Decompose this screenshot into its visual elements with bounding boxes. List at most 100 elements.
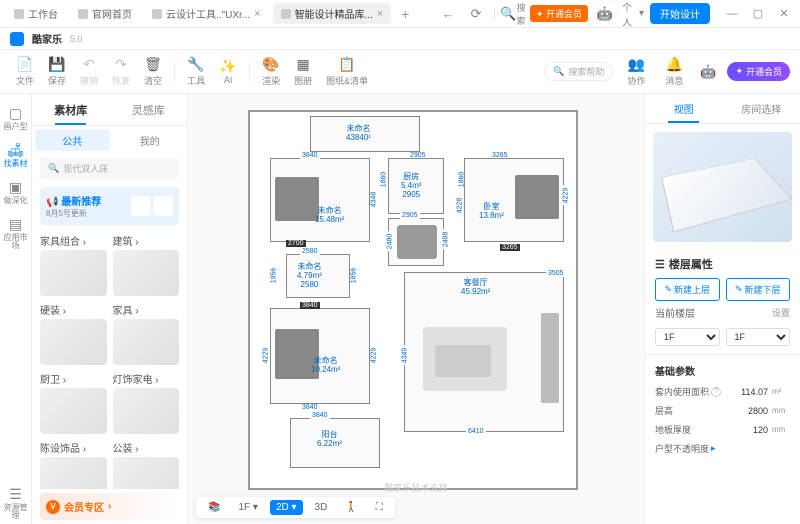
tool-render[interactable]: 🎨渲染 bbox=[256, 55, 286, 89]
search-help-input[interactable]: 🔍 搜索帮助 bbox=[544, 62, 613, 81]
tool-ai[interactable]: ✨AI bbox=[213, 56, 243, 87]
tool-album[interactable]: ▦图册 bbox=[288, 55, 318, 89]
category-thumb bbox=[113, 457, 180, 489]
home-icon bbox=[14, 9, 24, 19]
walk-button[interactable]: 🚶 bbox=[339, 500, 363, 515]
drawings-icon: 📋 bbox=[339, 57, 355, 73]
category-card[interactable]: 硬装 › bbox=[40, 302, 107, 365]
robot-icon[interactable]: 🤖 bbox=[594, 3, 616, 25]
floor-settings[interactable]: 设置 bbox=[772, 306, 790, 319]
tab-homepage[interactable]: 官网首页 bbox=[70, 3, 140, 24]
rp-tab-view[interactable]: 视图 bbox=[645, 94, 723, 123]
rp-tab-room[interactable]: 房间选择 bbox=[723, 94, 800, 123]
app-name: 酷家乐 bbox=[32, 31, 62, 46]
vip-icon: V bbox=[46, 500, 60, 514]
web-icon bbox=[78, 9, 88, 19]
section-floor-props: ☰ 楼层属性 bbox=[645, 250, 800, 278]
back-icon[interactable]: ← bbox=[437, 3, 459, 25]
canvas-controls: 📚 1F ▾ 2D ▾ 3D 🚶 ⛶ bbox=[196, 497, 395, 518]
category-label: 公装 › bbox=[113, 440, 180, 455]
canvas[interactable]: 未命名43840¹ 未命名15.48m² 3840 2905 3265 1860… bbox=[188, 94, 644, 524]
new-lower-floor-button[interactable]: ✎ 新建下层 bbox=[726, 278, 791, 301]
start-design-button[interactable]: 开始设计 bbox=[650, 3, 710, 24]
leftbar-item-deepen[interactable]: ▣做深化 bbox=[2, 174, 30, 209]
tool-drawings[interactable]: 📋图纸&清单 bbox=[320, 55, 374, 89]
category-thumb bbox=[113, 250, 180, 296]
tool-undo[interactable]: ↶撤销 bbox=[74, 55, 104, 89]
category-label: 家具组合 › bbox=[40, 233, 107, 248]
field-opacity[interactable]: 户型不透明度 ▸ bbox=[645, 439, 800, 458]
tool-msg[interactable]: 🔔消息 bbox=[659, 55, 689, 89]
sidebar-search[interactable]: 🔍现代双人床 bbox=[40, 158, 179, 179]
tab-workbench[interactable]: 工作台 bbox=[6, 3, 66, 24]
fit-button[interactable]: ⛶ bbox=[370, 500, 389, 515]
new-upper-floor-button[interactable]: ✎ 新建上层 bbox=[655, 278, 720, 301]
leftbar-item-floorplan[interactable]: ▢画户型 bbox=[2, 100, 30, 135]
sidebar-promo[interactable]: 📢 最新推荐 8月5号更新 bbox=[40, 187, 179, 225]
category-thumb bbox=[113, 319, 180, 365]
category-card[interactable]: 家具组合 › bbox=[40, 233, 107, 296]
design-icon bbox=[281, 9, 291, 19]
tool-save[interactable]: 💾保存 bbox=[42, 55, 72, 89]
preview-3d[interactable] bbox=[653, 132, 792, 242]
sidebar-tab-material[interactable]: 素材库 bbox=[32, 94, 110, 125]
app-logo bbox=[10, 32, 24, 46]
tool-tools[interactable]: 🔧工具 bbox=[181, 55, 211, 89]
field-thickness[interactable]: 地板厚度120mm bbox=[645, 420, 800, 439]
sidebar-subtab-mine[interactable]: 我的 bbox=[113, 126, 188, 154]
close-icon[interactable]: × bbox=[254, 8, 260, 20]
new-tab-button[interactable]: + bbox=[395, 4, 415, 24]
category-label: 灯饰家电 › bbox=[113, 371, 180, 386]
sidebar-vip[interactable]: V会员专区 › bbox=[40, 493, 179, 520]
close-button[interactable]: ✕ bbox=[774, 4, 794, 24]
material-icon: 🛋 bbox=[7, 141, 25, 159]
tab-cloudtool[interactable]: 云设计工具.."UXr...× bbox=[144, 3, 269, 24]
vip-button[interactable]: ✦ 开通会员 bbox=[727, 62, 790, 81]
category-card[interactable]: 公装 › bbox=[113, 440, 180, 489]
category-card[interactable]: 厨卫 › bbox=[40, 371, 107, 434]
appbar: 酷家乐 5.0 bbox=[0, 28, 800, 50]
redo-icon: ↷ bbox=[113, 57, 129, 73]
category-card[interactable]: 陈设饰品 › bbox=[40, 440, 107, 489]
view-3d[interactable]: 3D bbox=[309, 500, 334, 515]
tool-redo[interactable]: ↷恢复 bbox=[106, 55, 136, 89]
refresh-icon[interactable]: ⟳ bbox=[465, 3, 487, 25]
search-icon[interactable]: 🔍搜索 bbox=[502, 3, 524, 25]
sidebar-tab-inspire[interactable]: 灵感库 bbox=[110, 94, 188, 125]
leftbar-item-resources[interactable]: ☰资源管理 bbox=[2, 481, 30, 524]
category-label: 建筑 › bbox=[113, 233, 180, 248]
cloud-icon bbox=[152, 9, 162, 19]
tab-smartdesign[interactable]: 智能设计精品库...× bbox=[273, 3, 392, 24]
main: ▢画户型 🛋找素材 ▣做深化 ▤应用市场 ☰资源管理 素材库 灵感库 公共 我的… bbox=[0, 94, 800, 524]
toolbar: 📄文件 💾保存 ↶撤销 ↷恢复 🗑清空 🔧工具 ✨AI 🎨渲染 ▦图册 📋图纸&… bbox=[0, 50, 800, 94]
coop-icon: 👥 bbox=[628, 57, 644, 73]
floor-select-2[interactable]: 1F bbox=[726, 328, 791, 346]
floorplan[interactable]: 未命名43840¹ 未命名15.48m² 3840 2905 3265 1860… bbox=[248, 110, 578, 490]
album-icon: ▦ bbox=[295, 57, 311, 73]
floor-selector[interactable]: 1F ▾ bbox=[232, 500, 263, 515]
view-2d[interactable]: 2D ▾ bbox=[270, 500, 303, 515]
sidebar-subtab-public[interactable]: 公共 bbox=[35, 129, 110, 151]
tool-clear[interactable]: 🗑清空 bbox=[138, 55, 168, 89]
category-thumb bbox=[40, 457, 107, 489]
vip-badge[interactable]: ✦ 开通会员 bbox=[530, 5, 588, 22]
field-height[interactable]: 层高2800mm bbox=[645, 401, 800, 420]
bell-icon: 🔔 bbox=[666, 57, 682, 73]
assist-icon[interactable]: 🤖 bbox=[697, 61, 719, 83]
maximize-button[interactable]: ▢ bbox=[748, 4, 768, 24]
tool-coop[interactable]: 👥协作 bbox=[621, 55, 651, 89]
tool-file[interactable]: 📄文件 bbox=[10, 55, 40, 89]
close-icon[interactable]: × bbox=[377, 8, 383, 20]
leftbar-item-market[interactable]: ▤应用市场 bbox=[2, 211, 30, 254]
layers-button[interactable]: 📚 bbox=[202, 500, 226, 515]
leftbar-item-material[interactable]: 🛋找素材 bbox=[2, 137, 30, 172]
floor-select-1[interactable]: 1F bbox=[655, 328, 720, 346]
category-card[interactable]: 灯饰家电 › bbox=[113, 371, 180, 434]
category-card[interactable]: 家具 › bbox=[113, 302, 180, 365]
sidebar: 素材库 灵感库 公共 我的 🔍现代双人床 📢 最新推荐 8月5号更新 家具组合 … bbox=[32, 94, 188, 524]
user-menu[interactable]: 个人 ▾ bbox=[622, 3, 644, 25]
info-icon[interactable]: ? bbox=[711, 387, 721, 397]
minimize-button[interactable]: — bbox=[722, 4, 742, 24]
category-card[interactable]: 建筑 › bbox=[113, 233, 180, 296]
file-icon: 📄 bbox=[17, 57, 33, 73]
